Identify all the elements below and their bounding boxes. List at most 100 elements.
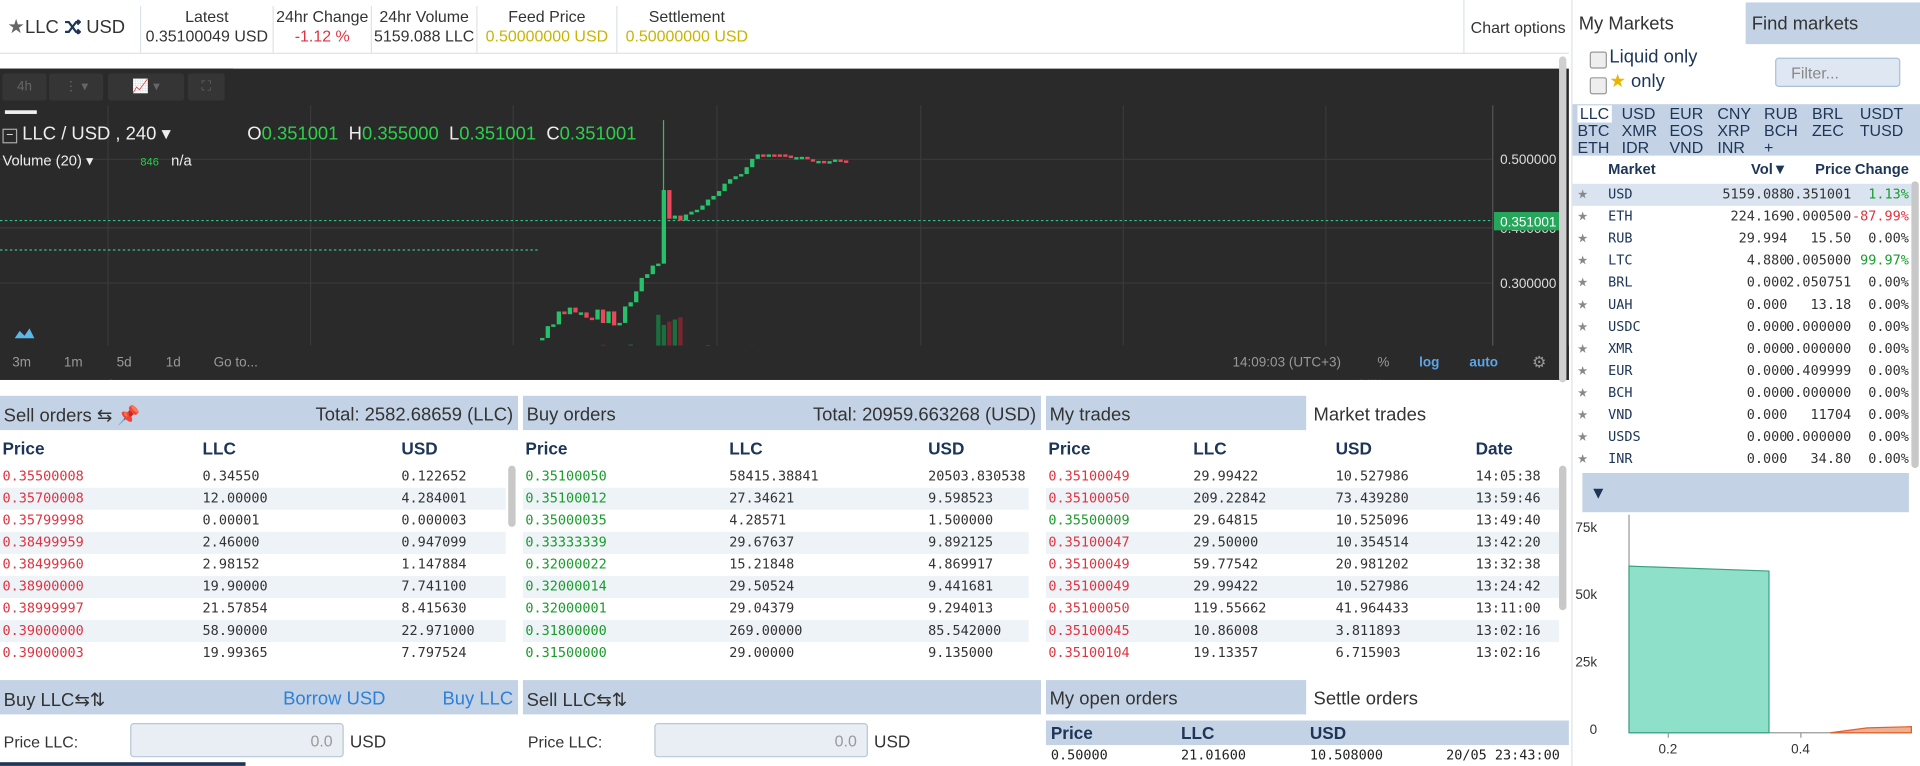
tab-my-markets[interactable]: My Markets bbox=[1572, 2, 1745, 45]
market-row-vnd[interactable]: ★ VND 0.000 11704 0.00% bbox=[1573, 404, 1912, 426]
market-row-usd[interactable]: ★ USD 5159.088 0.351001 1.13% bbox=[1572, 183, 1912, 206]
filter-input[interactable]: Filter... bbox=[1775, 57, 1901, 88]
market-row-inr[interactable]: ★ INR 0.000 34.80 0.00% bbox=[1573, 448, 1912, 470]
tab-my-open-orders[interactable]: My open orders bbox=[1045, 680, 1307, 715]
tab-settle-orders[interactable]: Settle orders bbox=[1309, 680, 1569, 714]
collapse-icon[interactable]: − bbox=[2, 128, 18, 144]
range-1d[interactable]: 1d bbox=[166, 355, 181, 370]
liquid-only-checkbox[interactable] bbox=[1589, 51, 1607, 69]
sell-row[interactable]: 0.38900000 19.90000 7.741100 bbox=[0, 575, 506, 598]
star-icon[interactable]: ★ bbox=[1577, 293, 1587, 315]
coin-BCH[interactable]: BCH bbox=[1764, 122, 1798, 140]
market-row-bch[interactable]: ★ BCH 0.000 0.000000 0.00% bbox=[1573, 382, 1912, 404]
sell-row[interactable]: 0.39000003 19.99365 7.797524 bbox=[0, 642, 506, 664]
tab-find-markets[interactable]: Find markets bbox=[1745, 2, 1920, 45]
coin-BTC[interactable]: BTC bbox=[1577, 122, 1609, 140]
star-icon[interactable]: ★ bbox=[1577, 403, 1587, 425]
settings-icon[interactable]: ⚙ bbox=[1532, 353, 1546, 373]
range-1m[interactable]: 1m bbox=[64, 355, 83, 370]
coin-VND[interactable]: VND bbox=[1670, 139, 1704, 157]
star-icon[interactable]: ★ bbox=[1577, 381, 1587, 403]
buy-row[interactable]: 0.35100050 58415.38841 20503.830538 bbox=[523, 466, 1029, 488]
buy-row[interactable]: 0.32000001 29.04379 9.294013 bbox=[523, 598, 1029, 620]
market-row-usdc[interactable]: ★ USDC 0.000 0.000000 0.00% bbox=[1573, 316, 1912, 338]
sell-row[interactable]: 0.38499959 2.46000 0.947099 bbox=[0, 531, 506, 554]
indicators-icon[interactable]: 📈 ▾ bbox=[108, 73, 185, 101]
fullscreen-icon[interactable]: ⛶ bbox=[187, 73, 225, 101]
buy-row[interactable]: 0.35100012 27.34621 9.598523 bbox=[522, 487, 1029, 510]
buy-row[interactable]: 0.35000035 4.28571 1.500000 bbox=[523, 510, 1029, 532]
trades-row[interactable]: 0.35100050 209.22842 73.439280 13:59:46 bbox=[1045, 487, 1560, 510]
trades-row[interactable]: 0.35100050 119.55662 41.964433 13:11:00 bbox=[1046, 598, 1559, 620]
trades-row[interactable]: 0.35100104 19.13357 6.715903 13:02:16 bbox=[1046, 642, 1559, 664]
coin-LLC[interactable]: LLC bbox=[1577, 105, 1612, 123]
chart-options-button[interactable]: Chart options bbox=[1463, 0, 1569, 54]
coin-USD[interactable]: USD bbox=[1622, 105, 1656, 122]
price-chart[interactable]: 4h ⋮ ▾ 📈 ▾ ⛶ 0.5000000.4000000.3000000.2… bbox=[0, 68, 1569, 382]
buy-row[interactable]: 0.32000022 15.21848 4.869917 bbox=[523, 554, 1029, 576]
market-row-uah[interactable]: ★ UAH 0.000 13.18 0.00% bbox=[1573, 294, 1912, 316]
log-toggle[interactable]: log bbox=[1419, 355, 1439, 370]
star-icon[interactable]: ★ bbox=[1577, 425, 1587, 447]
trades-row[interactable]: 0.35500009 29.64815 10.525096 13:49:40 bbox=[1046, 510, 1559, 532]
coin-EUR[interactable]: EUR bbox=[1670, 105, 1704, 122]
buy-price-input[interactable]: 0.0 bbox=[130, 722, 344, 758]
trades-scrollbar[interactable] bbox=[1559, 465, 1567, 611]
sell-scrollbar[interactable] bbox=[508, 465, 516, 527]
star-icon[interactable]: ★ bbox=[7, 17, 25, 38]
page-scrollbar[interactable] bbox=[1559, 56, 1567, 383]
trades-row[interactable]: 0.35100049 59.77542 20.981202 13:32:38 bbox=[1046, 554, 1559, 576]
tab-my-trades[interactable]: My trades bbox=[1045, 395, 1307, 431]
coin-BRL[interactable]: BRL bbox=[1812, 105, 1843, 122]
starred-only-checkbox[interactable] bbox=[1589, 77, 1607, 95]
sell-row[interactable]: 0.39000000 58.90000 22.971000 bbox=[0, 620, 506, 643]
market-row-eur[interactable]: ★ EUR 0.000 0.409999 0.00% bbox=[1573, 360, 1912, 382]
buy-llc-link[interactable]: Buy LLC bbox=[442, 689, 513, 710]
market-row-eth[interactable]: ★ ETH 224.169 0.000500 -87.99% bbox=[1573, 206, 1912, 228]
star-icon[interactable]: ★ bbox=[1577, 271, 1587, 293]
buy-row[interactable]: 0.33333339 29.67637 9.892125 bbox=[522, 531, 1029, 554]
coin-EOS[interactable]: EOS bbox=[1670, 122, 1704, 140]
percent-toggle[interactable]: % bbox=[1377, 355, 1389, 370]
buy-row[interactable]: 0.32000014 29.50524 9.441681 bbox=[522, 575, 1029, 598]
swap-icon[interactable] bbox=[64, 18, 82, 36]
coin-RUB[interactable]: RUB bbox=[1764, 105, 1798, 122]
buy-row[interactable]: 0.31500000 29.00000 9.135000 bbox=[523, 642, 1029, 664]
coin-CNY[interactable]: CNY bbox=[1717, 105, 1751, 122]
coin-XMR[interactable]: XMR bbox=[1622, 122, 1657, 140]
market-row-rub[interactable]: ★ RUB 29.994 15.50 0.00% bbox=[1573, 228, 1912, 250]
star-icon[interactable]: ★ bbox=[1577, 447, 1587, 469]
market-row-xmr[interactable]: ★ XMR 0.000 0.000000 0.00% bbox=[1573, 338, 1912, 360]
sell-row[interactable]: 0.35799998 0.00001 0.000003 bbox=[0, 510, 506, 532]
trades-row[interactable]: 0.35100045 10.86008 3.811893 13:02:16 bbox=[1045, 620, 1560, 643]
markets-scrollbar[interactable] bbox=[1911, 181, 1919, 469]
tab-market-trades[interactable]: Market trades bbox=[1308, 395, 1569, 431]
swap-arrows-icon[interactable]: ⇆⇅ bbox=[596, 690, 627, 711]
swap-arrows-icon[interactable]: ⇆ bbox=[97, 406, 112, 427]
range-5d[interactable]: 5d bbox=[117, 355, 132, 370]
sell-row[interactable]: 0.38999997 21.57854 8.415630 bbox=[0, 598, 506, 620]
range-3m[interactable]: 3m bbox=[12, 355, 31, 370]
pin-icon[interactable]: 📌 bbox=[117, 406, 140, 427]
star-icon[interactable]: ★ bbox=[1577, 205, 1587, 227]
trades-row[interactable]: 0.35100047 29.50000 10.354514 13:42:20 bbox=[1045, 531, 1560, 554]
chart-symbol[interactable]: LLC / USD , 240 bbox=[22, 124, 156, 145]
open-order-row[interactable]: 0.50000 21.01600 10.508000 20/05 23:43:0… bbox=[1046, 745, 1569, 766]
sell-row[interactable]: 0.35700008 12.00000 4.284001 bbox=[0, 487, 506, 510]
buy-row[interactable]: 0.31800000 269.00000 85.542000 bbox=[522, 620, 1029, 643]
menu-icon[interactable]: ⋮ ▾ bbox=[49, 73, 104, 101]
market-row-usds[interactable]: ★ USDS 0.000 0.000000 0.00% bbox=[1573, 426, 1912, 448]
borrow-usd-link[interactable]: Borrow USD bbox=[283, 689, 385, 710]
trades-row[interactable]: 0.35100049 29.99422 10.527986 13:24:42 bbox=[1045, 575, 1560, 598]
coin-ZEC[interactable]: ZEC bbox=[1812, 122, 1844, 140]
star-icon[interactable]: ★ bbox=[1577, 359, 1587, 381]
coin-XRP[interactable]: XRP bbox=[1717, 122, 1750, 140]
coin-TUSD[interactable]: TUSD bbox=[1860, 122, 1903, 140]
star-icon[interactable]: ★ bbox=[1577, 337, 1587, 359]
goto-button[interactable]: Go to... bbox=[214, 355, 258, 370]
coin-USDT[interactable]: USDT bbox=[1860, 105, 1903, 122]
star-icon[interactable]: ★ bbox=[1577, 227, 1587, 249]
sell-row[interactable]: 0.38499960 2.98152 1.147884 bbox=[0, 554, 506, 576]
sell-price-input[interactable]: 0.0 bbox=[654, 722, 868, 758]
swap-arrows-icon[interactable]: ⇆⇅ bbox=[74, 690, 105, 711]
